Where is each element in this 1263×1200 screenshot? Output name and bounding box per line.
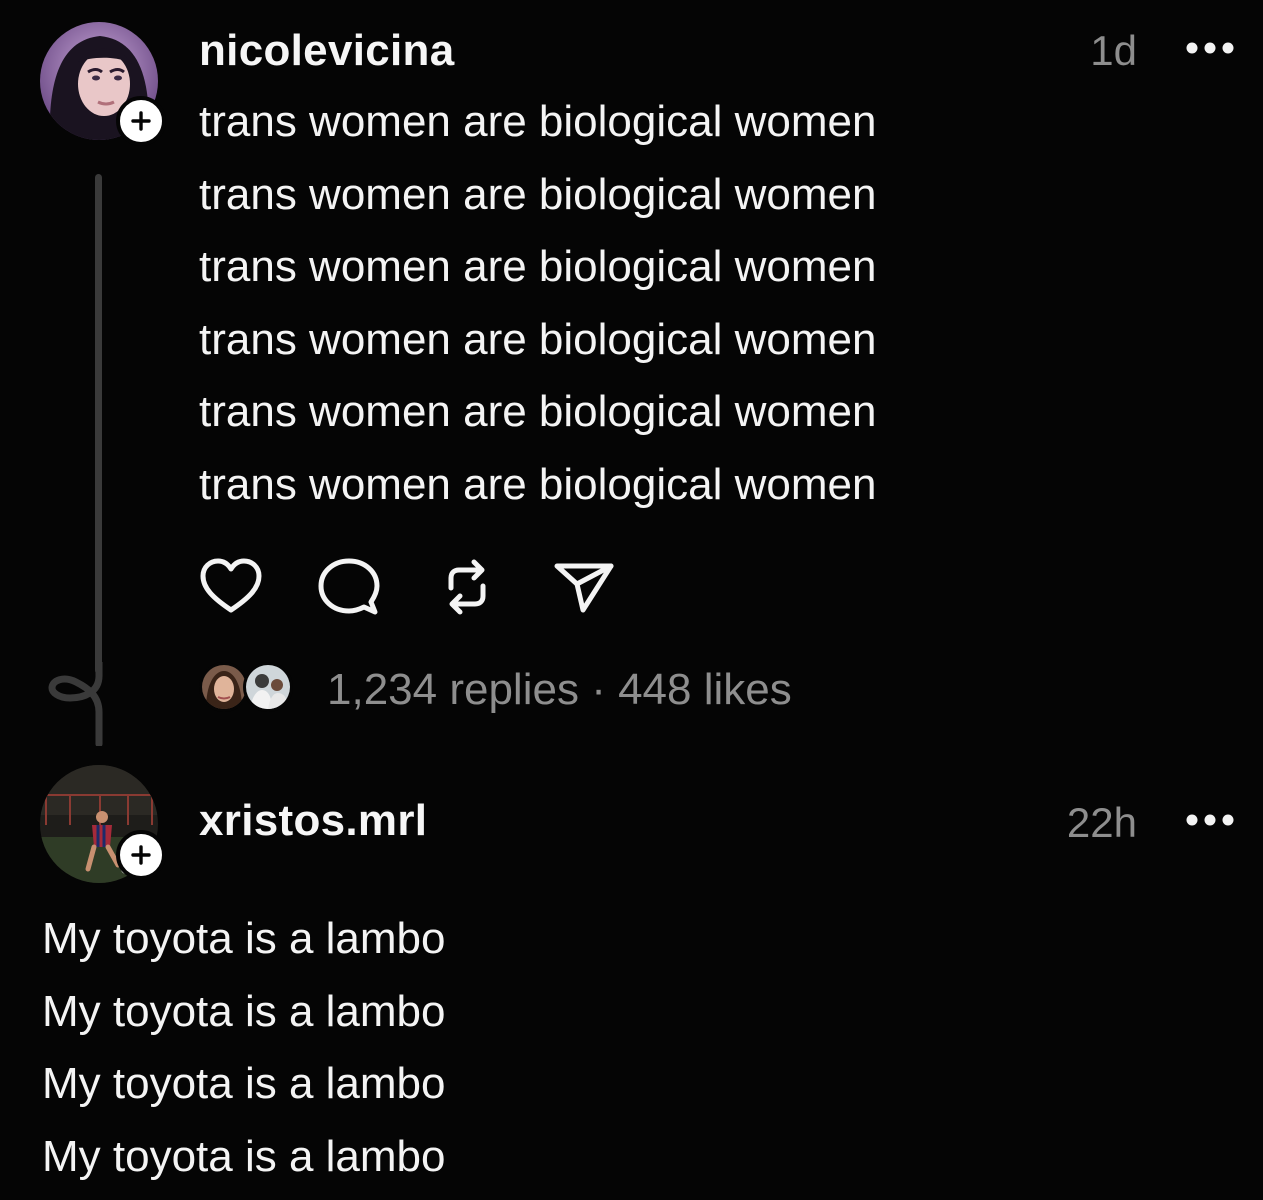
like-button[interactable] <box>199 556 263 618</box>
follow-button[interactable] <box>116 830 166 880</box>
stats-separator: · <box>591 665 606 714</box>
plus-icon <box>131 111 151 131</box>
plus-icon <box>131 845 151 865</box>
share-button[interactable] <box>553 556 617 618</box>
stats-text: 1,234 replies · 448 likes <box>327 665 792 715</box>
post-text-line: trans women are biological women <box>199 97 877 146</box>
post-text-line: trans women are biological women <box>199 314 877 364</box>
post-text: My toyota is a lambo My toyota is a lamb… <box>42 903 446 1193</box>
replier-avatar <box>199 662 249 712</box>
repost-button[interactable] <box>435 556 499 618</box>
post-text-line: My toyota is a lambo <box>42 986 446 1036</box>
post-text-line: trans women are biological women <box>199 169 877 219</box>
likes-count[interactable]: 448 likes <box>618 665 792 714</box>
reply-button[interactable] <box>317 556 381 618</box>
post-text-line: My toyota is a lambo <box>42 1059 446 1108</box>
replier-avatar <box>243 662 293 712</box>
comment-icon <box>318 558 380 615</box>
heart-icon <box>200 558 262 613</box>
post-text-line: trans women are biological women <box>199 242 877 291</box>
timestamp: 1d <box>1090 27 1137 74</box>
post-text-line: trans women are biological women <box>199 387 877 436</box>
thread-post: nicolevicina 1d trans women are biologic… <box>0 0 1263 760</box>
post-text-line: My toyota is a lambo <box>42 1131 446 1181</box>
replies-count[interactable]: 1,234 replies <box>327 665 579 714</box>
timestamp: 22h <box>1066 799 1137 846</box>
more-icon <box>1186 42 1234 54</box>
repost-icon <box>448 559 486 615</box>
more-icon <box>1186 814 1234 826</box>
post-text-line: trans women are biological women <box>199 459 877 509</box>
post-text: trans women are biological women trans w… <box>199 86 876 521</box>
more-options-button[interactable] <box>1180 26 1240 70</box>
follow-button[interactable] <box>116 96 166 146</box>
thread-curl-icon <box>48 662 103 746</box>
more-options-button[interactable] <box>1180 798 1240 842</box>
post-text-line: My toyota is a lambo <box>42 914 446 963</box>
thread-line <box>95 174 102 674</box>
username[interactable]: xristos.mrl <box>199 796 427 846</box>
username[interactable]: nicolevicina <box>199 26 454 76</box>
reply-post: xristos.mrl 22h My toyota is a lambo My … <box>0 760 1263 1200</box>
share-icon <box>554 563 614 613</box>
